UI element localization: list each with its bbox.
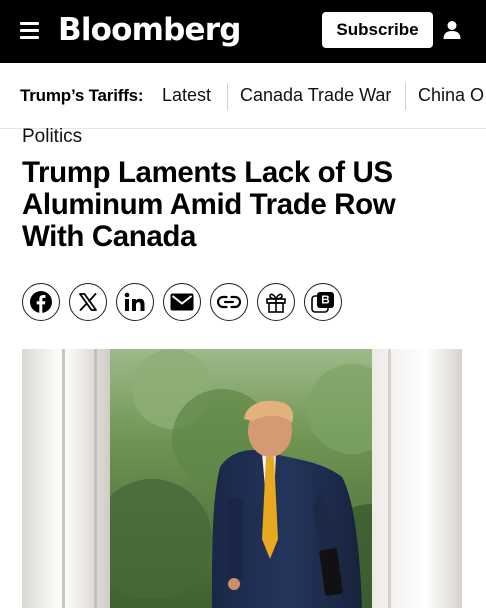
gift-icon <box>266 293 286 313</box>
article-headline: Trump Laments Lack of US Aluminum Amid T… <box>22 157 462 253</box>
x-icon <box>79 293 97 311</box>
headline-line: With Canada <box>22 220 196 253</box>
menu-icon[interactable] <box>20 21 40 39</box>
copy-link-button[interactable] <box>210 283 248 321</box>
trending-item-latest[interactable]: Latest <box>162 85 211 106</box>
trending-divider <box>227 83 228 110</box>
linkedin-icon <box>124 292 145 311</box>
share-x-button[interactable] <box>69 283 107 321</box>
gift-article-button[interactable] <box>257 283 295 321</box>
share-facebook-button[interactable] <box>22 283 60 321</box>
email-icon <box>170 293 194 311</box>
bloomberg-logo[interactable]: Bloomberg <box>58 12 241 48</box>
headline-line: Aluminum Amid Trade Row <box>22 188 396 221</box>
link-icon <box>217 295 241 309</box>
facebook-icon <box>30 291 52 313</box>
trending-item-canada-trade-war[interactable]: Canada Trade War <box>240 85 391 106</box>
trending-label: Trump’s Tariffs: <box>20 86 144 105</box>
section-link[interactable]: Politics <box>22 126 82 148</box>
site-header: Bloomberg Subscribe <box>0 0 486 63</box>
trending-topics-bar: Trump’s Tariffs: Latest Canada Trade War… <box>0 63 486 129</box>
subscribe-button[interactable]: Subscribe <box>322 12 433 48</box>
hero-photo-illustration <box>22 349 462 608</box>
share-linkedin-button[interactable] <box>116 283 154 321</box>
trending-divider <box>405 83 406 110</box>
share-email-button[interactable] <box>163 283 201 321</box>
article-hero-image <box>22 349 462 608</box>
trending-item-china[interactable]: China O <box>418 85 484 106</box>
terminal-button[interactable] <box>304 283 342 321</box>
user-account-icon[interactable] <box>442 20 462 40</box>
bloomberg-terminal-icon <box>311 292 334 313</box>
headline-line: Trump Laments Lack of US <box>22 156 393 189</box>
